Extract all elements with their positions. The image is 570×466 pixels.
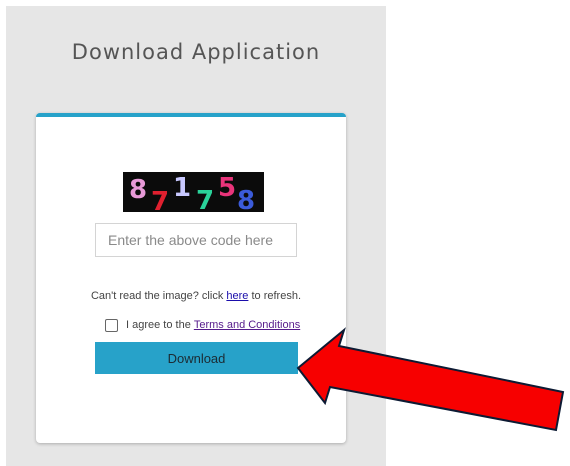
arrow-shape — [296, 327, 565, 432]
red-arrow-annotation — [296, 327, 565, 432]
